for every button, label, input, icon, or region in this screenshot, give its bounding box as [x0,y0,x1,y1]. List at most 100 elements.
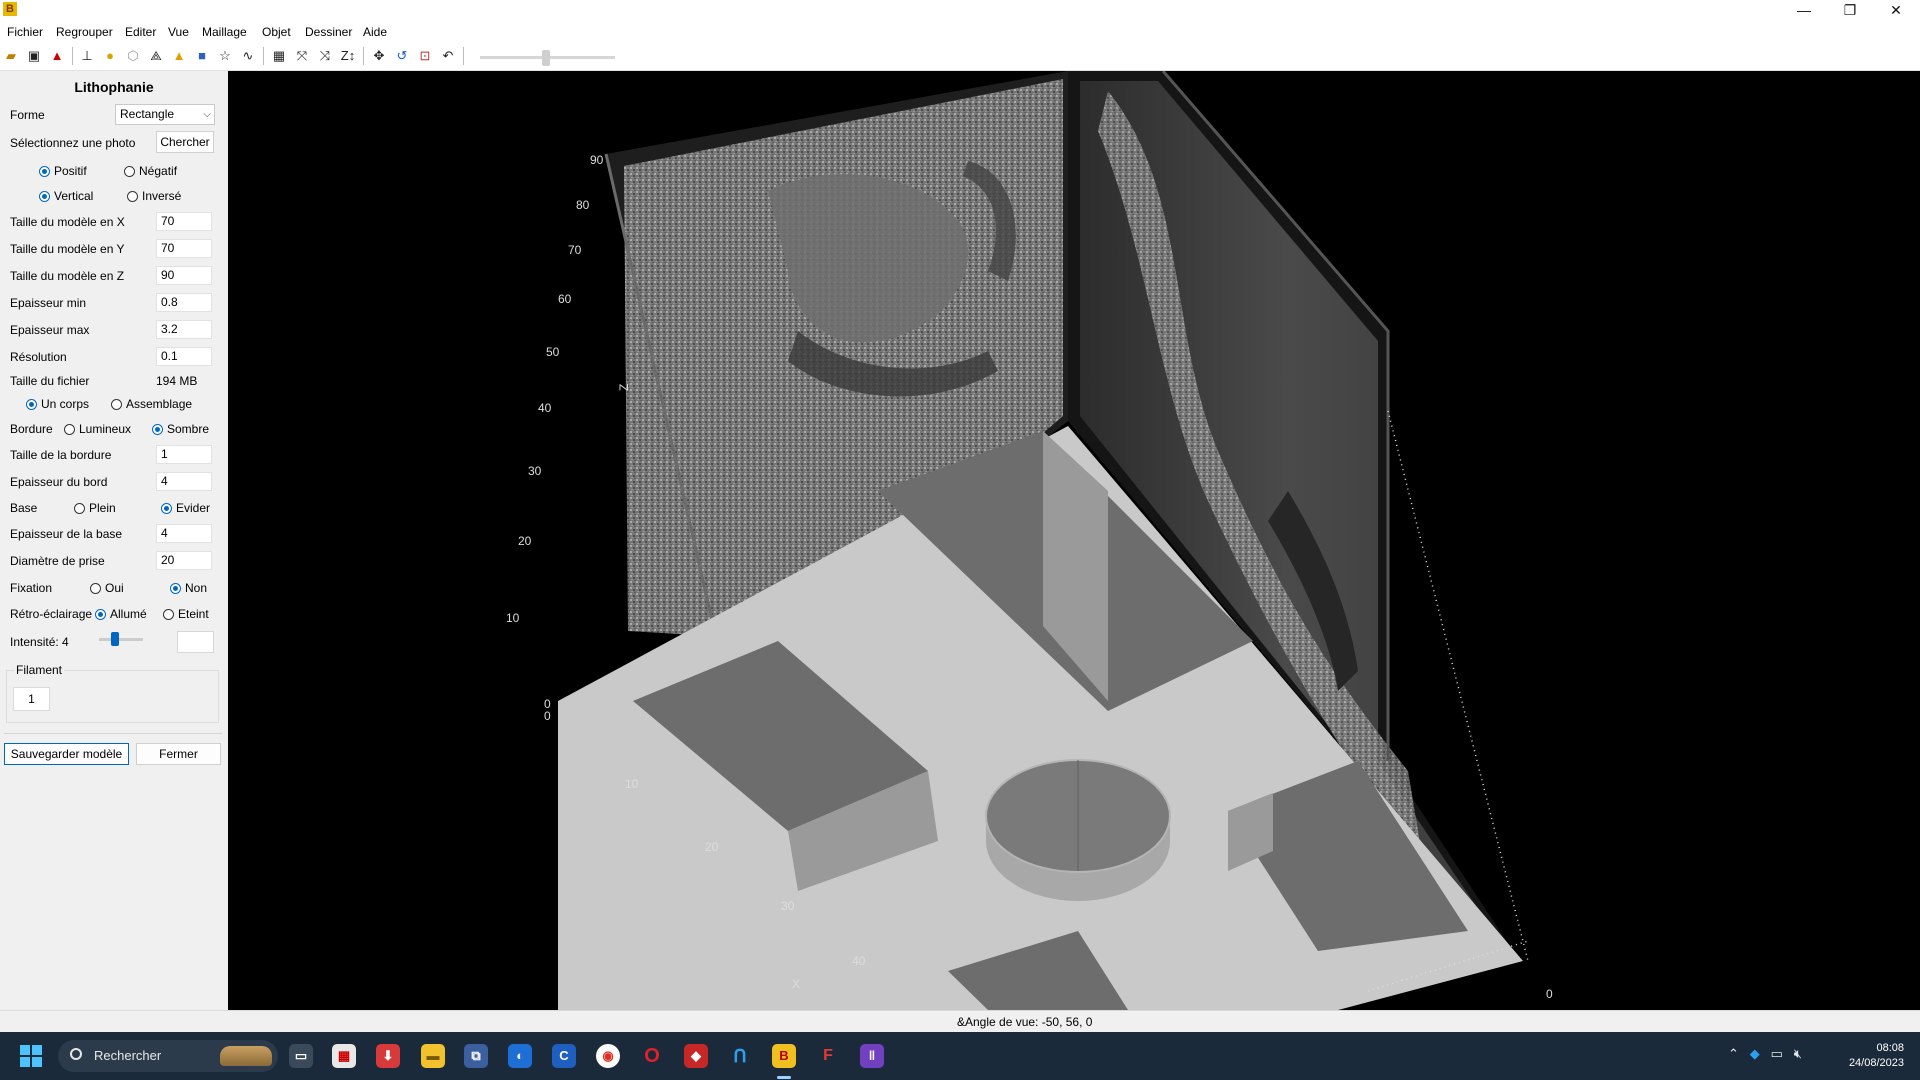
radio-negatif[interactable]: Négatif [124,164,177,178]
save-icon[interactable]: ▣ [25,47,43,65]
widget-app-icon[interactable]: ▦ [332,1044,356,1068]
radio-assemblage[interactable]: Assemblage [111,397,192,411]
3d-viewport[interactable]: 90 80 70 60 50 40 30 20 10 0 0 Z 10 20 3… [228,71,1920,1010]
3d-model-render: 90 80 70 60 50 40 30 20 10 0 0 Z 10 20 3… [506,71,1553,1010]
minimize-button[interactable]: — [1781,0,1827,22]
export-icon[interactable]: ▲ [48,47,66,65]
menu-aide[interactable]: Aide [363,25,387,39]
radio-eteint[interactable]: Eteint [163,607,209,621]
network-icon[interactable]: ▭ [1771,1046,1783,1061]
lithophane-app-icon[interactable]: B [772,1044,796,1068]
radio-lumineux[interactable]: Lumineux [64,422,131,436]
rotate-icon[interactable]: ↺ [393,47,411,65]
toolbar: ▰ ▣ ▲ ⊥ ● ⬡ ⟁ ▲ ■ ☆ ∿ ▦ ⤧ ⤨ Z↕ ✥ ↺ ⊡ ↶ [0,42,1920,71]
grip-diameter-field[interactable]: 20 [156,551,212,570]
border-size-field[interactable]: 1 [156,445,212,464]
forme-select[interactable]: Rectangle ⌵ [115,104,215,125]
file-explorer-icon[interactable]: ▬ [421,1044,445,1068]
curve-icon[interactable]: ∿ [239,47,257,65]
mesh-icon[interactable]: ⟁ [147,47,165,65]
task-view-icon[interactable]: ▭ [289,1044,313,1068]
radio-evider[interactable]: Evider [161,501,210,515]
close-panel-button[interactable]: Fermer [136,743,221,765]
save-model-button[interactable]: Sauvegarder modèle [4,743,129,765]
grid-icon[interactable]: ▦ [270,47,288,65]
chevron-up-icon[interactable]: ⌃ [1728,1046,1739,1061]
red-app-icon[interactable]: ⬇ [376,1044,400,1068]
bars-app-icon[interactable]: ‖ [860,1044,884,1068]
fc-app-icon[interactable]: F [816,1044,840,1068]
open-file-icon[interactable]: ▰ [2,47,20,65]
close-window-button[interactable]: ✕ [1873,0,1919,22]
color-palette-icon[interactable]: ■ [193,47,211,65]
chercher-button[interactable]: Chercher [156,131,214,153]
thickness-min-field[interactable]: 0.8 [156,293,212,312]
y-tick-0: 0 [1546,987,1553,1001]
system-tray[interactable]: ⌃ ◆ ▭ 🔇︎ [1728,1046,1802,1062]
scale-icon[interactable]: ⊡ [416,47,434,65]
network-app-icon[interactable]: ⧉ [464,1044,488,1068]
menu-regrouper[interactable]: Regrouper [56,25,113,39]
chrome-icon[interactable]: ◉ [596,1044,620,1068]
file-size-label: Taille du fichier [10,374,90,388]
size-z-field[interactable]: 90 [156,266,212,285]
undo-icon[interactable]: ↶ [439,47,457,65]
z-axis-icon[interactable]: Z↕ [339,47,357,65]
thickness-max-label: Epaisseur max [10,323,90,337]
wireframe-icon[interactable]: ⬡ [124,47,142,65]
shield-icon[interactable]: ◆ [1750,1046,1760,1061]
zoom-slider-thumb[interactable] [542,50,550,66]
color-shape-icon[interactable]: ▲ [170,47,188,65]
radio-non[interactable]: Non [170,581,207,595]
axes-xyz-icon[interactable]: ⤧ [293,47,311,65]
size-y-field[interactable]: 70 [156,239,212,258]
thickness-max-field[interactable]: 3.2 [156,320,212,339]
x-tick-0: 0 [544,709,551,723]
radio-vertical[interactable]: Vertical [39,189,93,203]
menu-maillage[interactable]: Maillage [202,25,247,39]
edge-thickness-label: Epaisseur du bord [10,475,108,489]
windows-start-icon[interactable] [20,1045,42,1067]
radio-sombre[interactable]: Sombre [152,422,209,436]
x-tick-30: 30 [781,899,795,913]
size-x-field[interactable]: 70 [156,212,212,231]
opera-icon[interactable]: O [640,1044,664,1068]
mail-app-icon[interactable]: ◐ [508,1044,532,1068]
radio-un-corps[interactable]: Un corps [26,397,89,411]
menu-vue[interactable]: Vue [168,25,189,39]
menu-dessiner[interactable]: Dessiner [305,25,352,39]
base-thickness-label: Epaisseur de la base [10,527,123,541]
edge-thickness-field[interactable]: 4 [156,472,212,491]
x-axis-label: X [792,977,800,991]
z-tick-60: 60 [558,292,572,306]
intensity-slider-thumb[interactable] [111,632,119,646]
menu-objet[interactable]: Objet [262,25,291,39]
light-bulb-icon[interactable]: ● [101,47,119,65]
radio-oui[interactable]: Oui [90,581,124,595]
maximize-button[interactable]: ❐ [1827,0,1873,22]
radio-allume[interactable]: Allumé [95,607,147,621]
intensity-color-box[interactable] [177,631,214,653]
volume-muted-icon[interactable]: 🔇︎ [1794,1046,1802,1061]
search-placeholder: Rechercher [94,1048,162,1063]
radio-positif[interactable]: Positif [39,164,87,178]
clock[interactable]: 08:08 24/08/2023 [1832,1041,1904,1071]
forme-label: Forme [10,108,45,122]
resolution-field[interactable]: 0.1 [156,347,212,366]
chevron-down-icon: ⌵ [203,109,211,120]
radio-inverse[interactable]: Inversé [127,189,181,203]
taskbar: Rechercher ▭ ▦ ⬇ ▬ ⧉ ◐ C ◉ O ◆ ᑎ B F ‖ ⌃… [0,1032,1920,1080]
axis-icon[interactable]: ⊥ [78,47,96,65]
axes-icon[interactable]: ⤨ [316,47,334,65]
star-icon[interactable]: ☆ [216,47,234,65]
n-app-icon[interactable]: ᑎ [728,1044,752,1068]
filament-field[interactable]: 1 [13,687,50,711]
move-icon[interactable]: ✥ [370,47,388,65]
menu-editer[interactable]: Editer [125,25,156,39]
intensity-slider-track[interactable] [99,638,143,641]
c-app-icon[interactable]: C [552,1044,576,1068]
menu-fichier[interactable]: Fichier [7,25,43,39]
base-thickness-field[interactable]: 4 [156,524,212,543]
game-app-icon[interactable]: ◆ [684,1044,708,1068]
radio-plein[interactable]: Plein [74,501,116,515]
